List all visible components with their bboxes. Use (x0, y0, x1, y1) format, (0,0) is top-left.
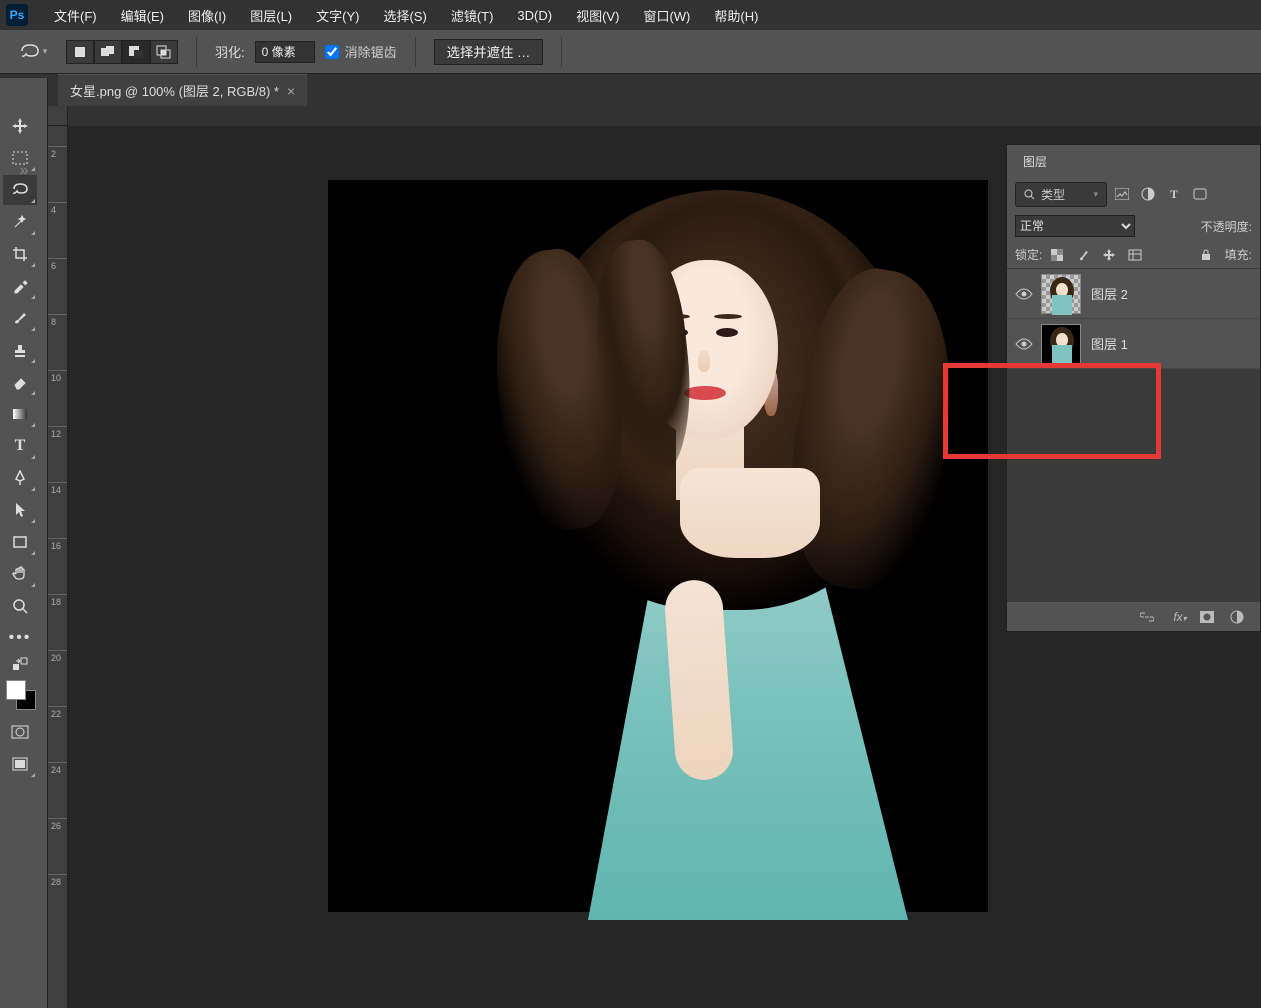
menu-file[interactable]: 文件(F) (42, 0, 109, 31)
layer-name[interactable]: 图层 1 (1091, 334, 1128, 353)
select-and-mask-button[interactable]: 选择并遮住 … (434, 39, 544, 65)
document-tab[interactable]: 女星.png @ 100% (图层 2, RGB/8) * × (58, 74, 307, 106)
lock-transparency-icon[interactable] (1046, 245, 1068, 265)
menu-bar: Ps 文件(F) 编辑(E) 图像(I) 图层(L) 文字(Y) 选择(S) 滤… (0, 0, 1261, 30)
edit-toolbar[interactable]: ••• (3, 623, 37, 653)
crop-tool[interactable] (3, 239, 37, 269)
options-bar: ▾ 羽化: 消除锯齿 选择并遮住 … (0, 30, 1261, 74)
antialias-label: 消除锯齿 (345, 42, 397, 61)
eye-icon (1015, 288, 1033, 300)
layer-name[interactable]: 图层 2 (1091, 284, 1128, 303)
layers-tab[interactable]: 图层 (1007, 145, 1063, 177)
mask-icon[interactable] (1200, 611, 1220, 623)
adjustment-layer-icon[interactable] (1230, 610, 1250, 624)
move-tool[interactable] (3, 111, 37, 141)
fill-label: 填充: (1225, 246, 1252, 263)
gradient-tool[interactable] (3, 399, 37, 429)
antialias-check[interactable] (325, 45, 339, 59)
selection-intersect[interactable] (150, 40, 178, 64)
selection-new[interactable] (66, 40, 94, 64)
opacity-label: 不透明度: (1201, 218, 1252, 235)
layer-row[interactable]: 图层 1 (1007, 319, 1260, 369)
filter-type-label: 类型 (1041, 186, 1065, 203)
type-tool[interactable]: T (3, 431, 37, 461)
lock-paint-icon[interactable] (1072, 245, 1094, 265)
search-icon (1024, 189, 1035, 200)
current-tool-preview[interactable]: ▾ (18, 37, 48, 67)
visibility-toggle[interactable] (1007, 338, 1041, 350)
eraser-tool[interactable] (3, 367, 37, 397)
magic-wand-tool[interactable] (3, 207, 37, 237)
link-layers-icon[interactable] (1140, 612, 1160, 622)
antialias-checkbox[interactable]: 消除锯齿 (325, 42, 397, 61)
blend-mode-select[interactable]: 正常 (1015, 215, 1135, 237)
menu-help[interactable]: 帮助(H) (702, 0, 770, 31)
path-select-tool[interactable] (3, 495, 37, 525)
document-tab-bar: 女星.png @ 100% (图层 2, RGB/8) * × (0, 74, 1261, 106)
layer-row[interactable]: 图层 2 (1007, 269, 1260, 319)
adjust-filter-icon[interactable] (1137, 183, 1159, 205)
document-tab-title: 女星.png @ 100% (图层 2, RGB/8) * (70, 81, 279, 100)
stamp-tool[interactable] (3, 335, 37, 365)
fx-icon[interactable]: fx▾ (1170, 610, 1190, 624)
close-tab-icon[interactable]: × (287, 83, 295, 99)
type-filter-icon[interactable]: T (1163, 183, 1185, 205)
layer-thumbnail[interactable] (1041, 324, 1081, 364)
image-filter-icon[interactable] (1111, 183, 1133, 205)
selection-add[interactable] (94, 40, 122, 64)
selection-mode-group (66, 40, 178, 64)
menu-edit[interactable]: 编辑(E) (109, 0, 176, 31)
rectangle-tool[interactable] (3, 527, 37, 557)
quickmask-toggle[interactable] (3, 717, 37, 747)
pen-tool[interactable] (3, 463, 37, 493)
brush-tool[interactable] (3, 303, 37, 333)
color-swatches[interactable] (6, 680, 36, 710)
lock-move-icon[interactable] (1098, 245, 1120, 265)
ruler-vertical[interactable]: 246810121416182022242628 (48, 126, 68, 1008)
visibility-toggle[interactable] (1007, 288, 1041, 300)
menu-view[interactable]: 视图(V) (564, 0, 631, 31)
layers-panel-footer: fx▾ (1007, 601, 1260, 631)
layer-lock-row: 锁定: 填充: (1007, 241, 1260, 269)
menu-layer[interactable]: 图层(L) (238, 0, 304, 31)
feather-input[interactable] (255, 41, 315, 63)
eye-icon (1015, 338, 1033, 350)
layer-list: 图层 2 图层 1 (1007, 269, 1260, 601)
menu-image[interactable]: 图像(I) (176, 0, 238, 31)
shape-filter-icon[interactable] (1189, 183, 1211, 205)
portrait-image (448, 190, 988, 912)
document-canvas[interactable] (328, 180, 988, 912)
app-logo: Ps (6, 4, 28, 26)
menu-3d[interactable]: 3D(D) (505, 2, 564, 29)
zoom-tool[interactable] (3, 591, 37, 621)
layers-panel: 图层 类型 ▾ T 正常 不透明度: 锁定: 填充: 图层 2 (1006, 144, 1261, 632)
layer-thumbnail[interactable] (1041, 274, 1081, 314)
ruler-corner (48, 106, 68, 126)
menu-type[interactable]: 文字(Y) (304, 0, 371, 31)
screen-mode-toggle[interactable] (3, 749, 37, 779)
layers-panel-tabs: 图层 (1007, 145, 1260, 177)
eyedropper-tool[interactable] (3, 271, 37, 301)
lock-all-icon[interactable] (1195, 245, 1217, 265)
layer-filter-row: 类型 ▾ T (1007, 177, 1260, 211)
expand-toolbar-icon[interactable]: » (0, 156, 48, 186)
hand-tool[interactable] (3, 559, 37, 589)
feather-label: 羽化: (215, 42, 245, 61)
lock-artboard-icon[interactable] (1124, 245, 1146, 265)
selection-subtract[interactable] (122, 40, 150, 64)
tools-panel: T ••• (0, 106, 48, 1008)
menu-window[interactable]: 窗口(W) (631, 0, 702, 31)
layer-blend-row: 正常 不透明度: (1007, 211, 1260, 241)
color-swap-icon[interactable] (3, 655, 37, 673)
lasso-icon (19, 43, 41, 61)
lock-label: 锁定: (1015, 246, 1042, 263)
menu-filter[interactable]: 滤镜(T) (439, 0, 506, 31)
layer-filter-type[interactable]: 类型 ▾ (1015, 182, 1107, 207)
menu-select[interactable]: 选择(S) (371, 0, 438, 31)
fg-color-swatch[interactable] (6, 680, 26, 700)
